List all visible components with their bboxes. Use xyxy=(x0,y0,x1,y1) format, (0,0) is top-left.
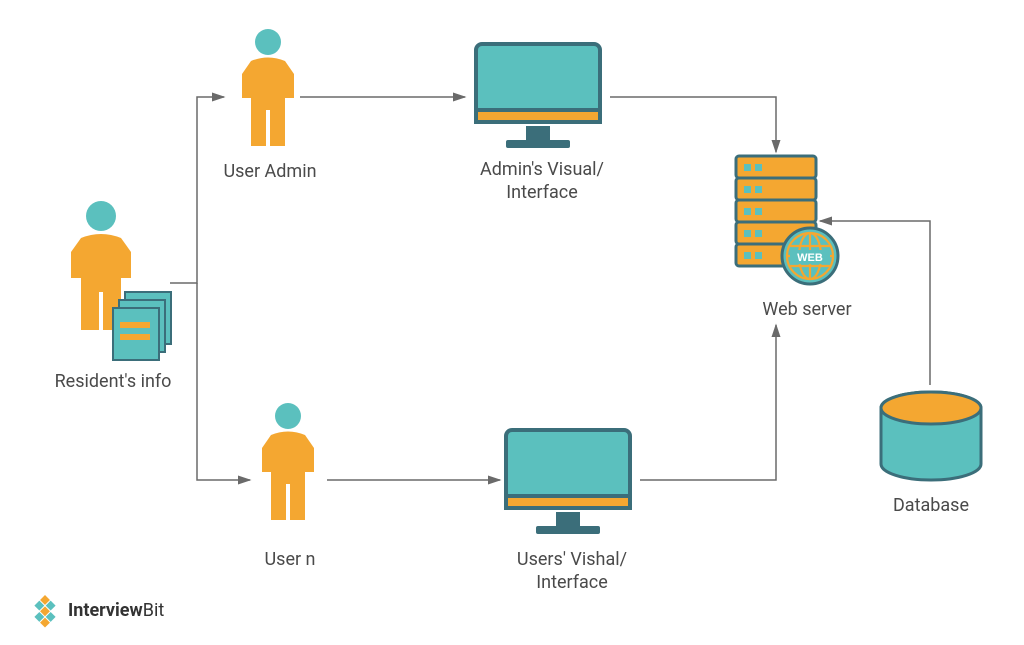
brand-name: InterviewBit xyxy=(68,600,164,621)
brand-logo-icon xyxy=(28,593,62,627)
user-n-icon xyxy=(248,402,328,542)
user-n-label: User n xyxy=(250,548,330,571)
database-label: Database xyxy=(876,494,986,517)
web-server-icon: WEB xyxy=(732,156,842,296)
web-badge-text: WEB xyxy=(797,252,823,264)
web-server-label: Web server xyxy=(752,298,862,321)
user-admin-icon xyxy=(228,28,308,168)
admin-interface-label: Admin's Visual/ Interface xyxy=(472,158,612,205)
user-admin-label: User Admin xyxy=(210,160,330,183)
user-interface-label: Users' Vishal/ Interface xyxy=(502,548,642,595)
admin-interface-icon xyxy=(468,40,608,160)
resident-info-label: Resident's info xyxy=(38,370,188,393)
database-icon xyxy=(876,390,986,490)
user-interface-icon xyxy=(498,426,638,546)
brand-logo: InterviewBit xyxy=(28,593,164,627)
resident-info-icon xyxy=(55,200,175,370)
